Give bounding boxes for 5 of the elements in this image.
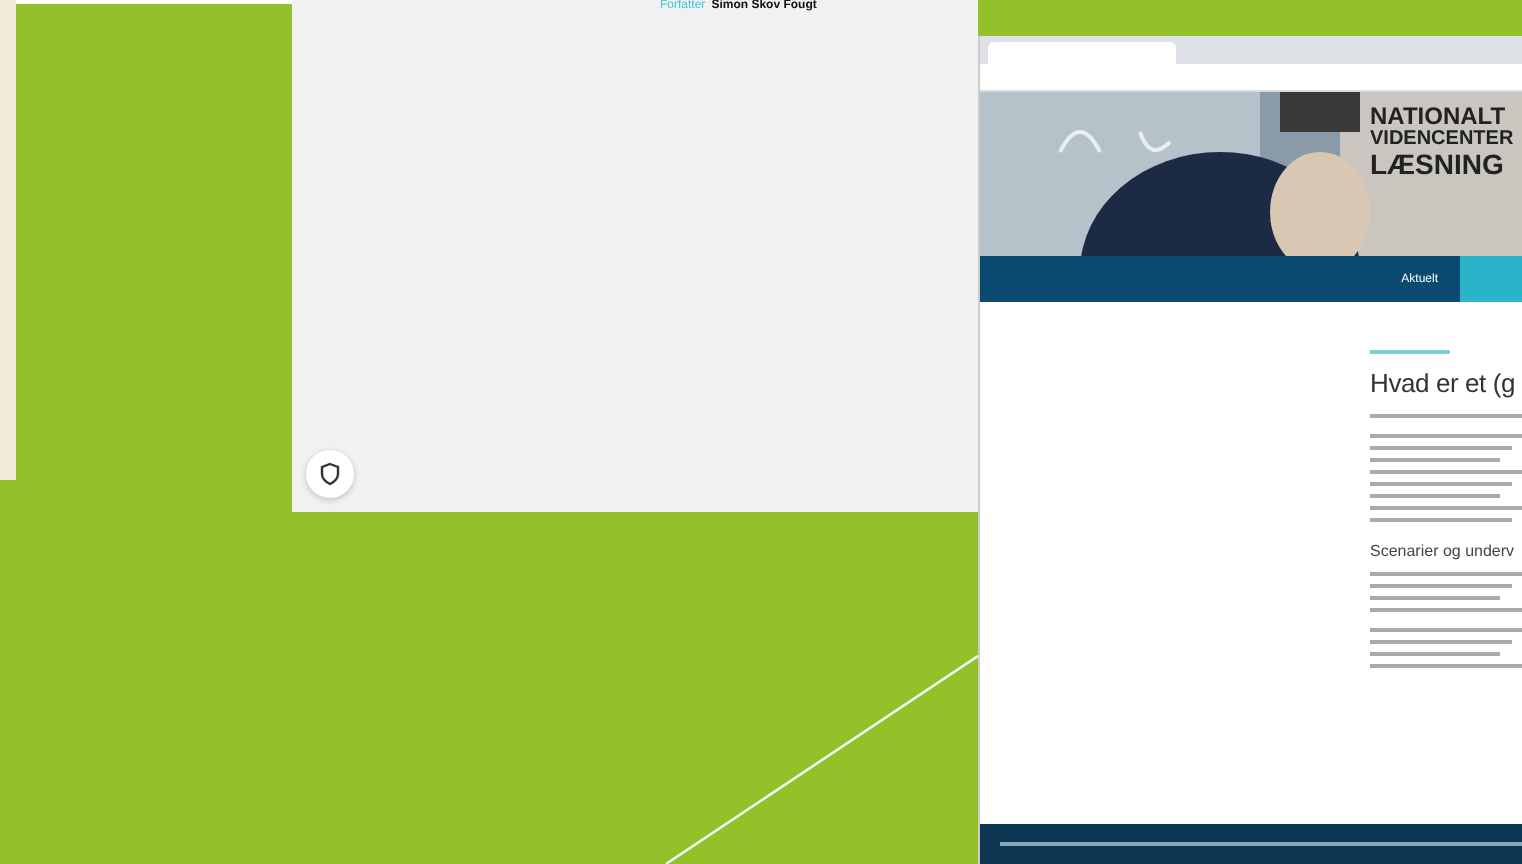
section-heading: Scenarier og underv <box>1370 542 1517 560</box>
logo: NATIONALT VIDENCENTER LÆSNING <box>1370 104 1514 180</box>
article-heading: Hvad er et (g <box>1370 366 1518 402</box>
shield-icon <box>320 462 340 486</box>
privacy-button[interactable] <box>306 450 354 498</box>
